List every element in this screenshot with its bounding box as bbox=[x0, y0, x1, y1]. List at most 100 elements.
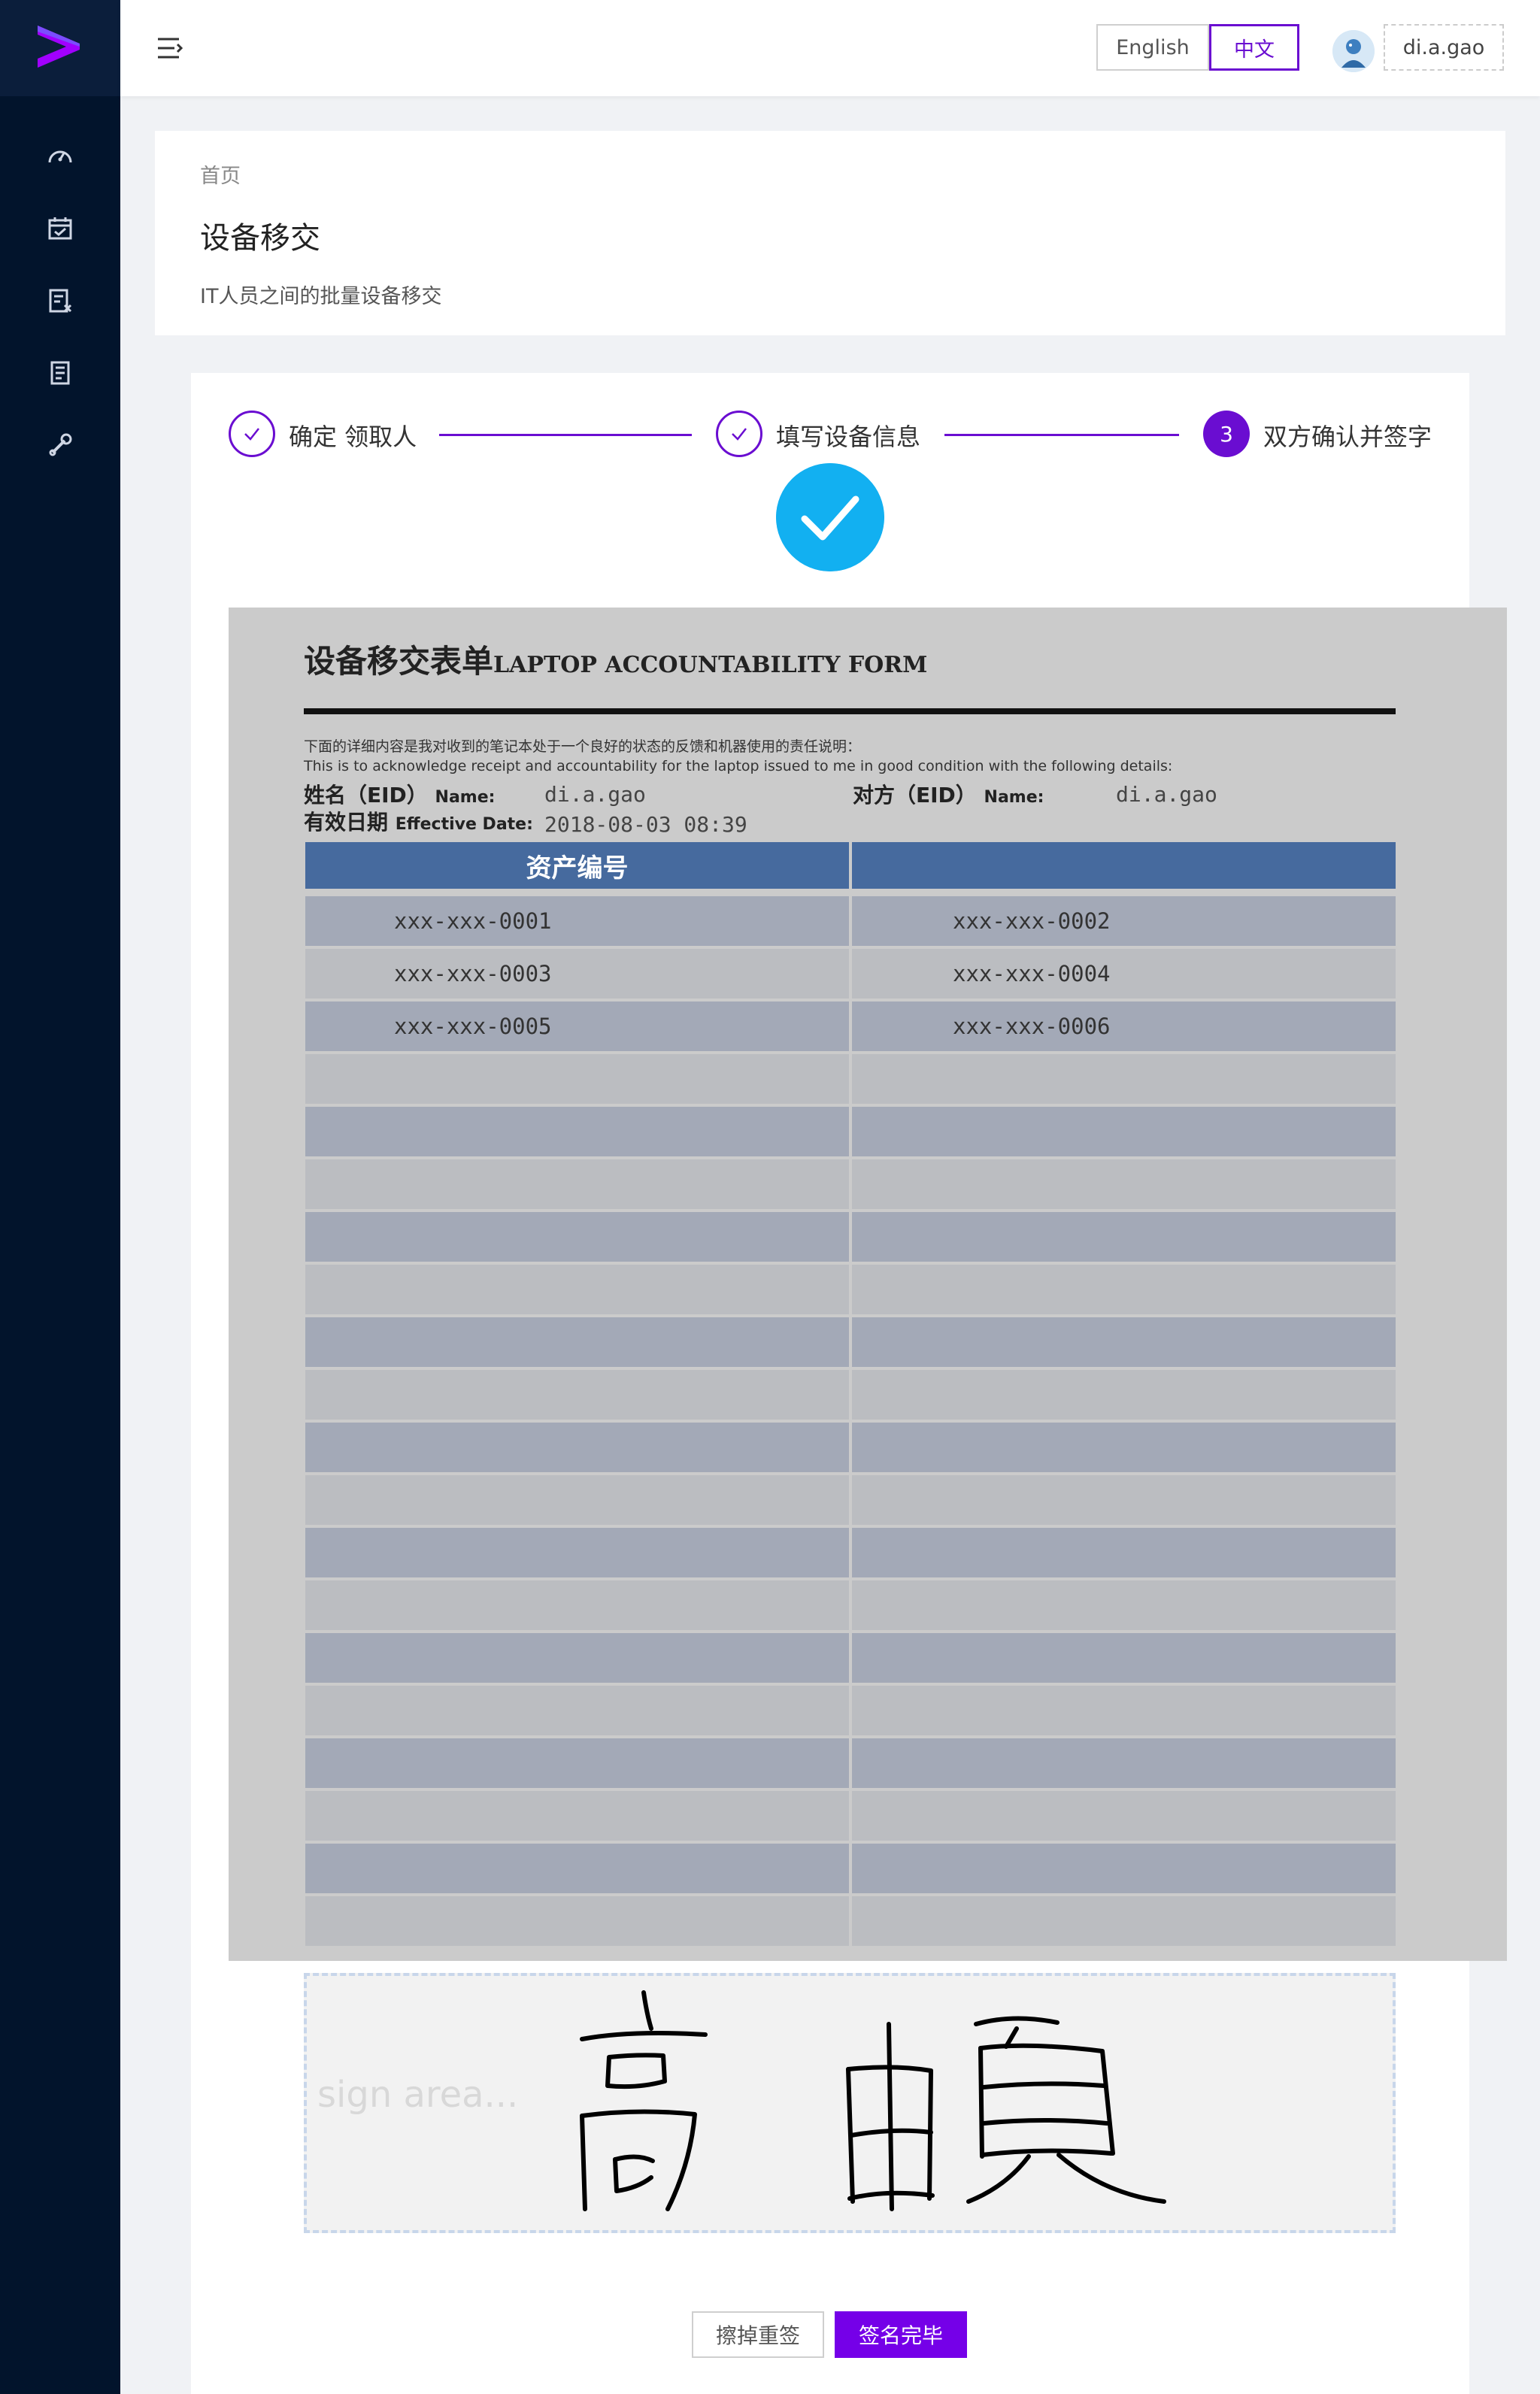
finish-signing-button[interactable]: 签名完毕 bbox=[835, 2311, 967, 2358]
table-row bbox=[305, 1895, 1396, 1947]
table-row bbox=[305, 1053, 1396, 1105]
page-header-card: 首页 设备移交 IT人员之间的批量设备移交 bbox=[155, 131, 1505, 335]
table-row bbox=[305, 1211, 1396, 1263]
date-label-cn: 有效日期 bbox=[304, 810, 389, 835]
table-cell: xxx-xxx-0001 bbox=[305, 896, 849, 946]
table-row bbox=[305, 1105, 1396, 1158]
counterpart-label-en: Name: bbox=[984, 788, 1044, 807]
name-label-en: Name: bbox=[435, 788, 496, 807]
table-cell bbox=[852, 1212, 1396, 1262]
table-cell bbox=[852, 1580, 1396, 1630]
form-note-cn: 下面的详细内容是我对收到的笔记本处于一个良好的状态的反馈和机器使用的责任说明： bbox=[304, 738, 862, 755]
table-cell bbox=[305, 1317, 849, 1367]
table-row bbox=[305, 1368, 1396, 1421]
table-cell: xxx-xxx-0006 bbox=[852, 1002, 1396, 1051]
table-cell bbox=[852, 1265, 1396, 1314]
table-header-row: 资产编号 bbox=[305, 842, 1396, 889]
table-row bbox=[305, 1579, 1396, 1632]
accenture-logo-icon bbox=[38, 26, 80, 68]
signature-canvas[interactable]: sign area... bbox=[304, 1973, 1396, 2233]
table-cell bbox=[852, 1317, 1396, 1367]
table-cell bbox=[305, 1896, 849, 1946]
name-label-cn: 姓名（EID） bbox=[304, 783, 428, 808]
table-cell bbox=[852, 1686, 1396, 1735]
step-1-circle bbox=[229, 411, 275, 457]
table-row bbox=[305, 1526, 1396, 1579]
logo-area[interactable] bbox=[0, 0, 120, 96]
table-row bbox=[305, 1421, 1396, 1474]
table-cell bbox=[852, 1370, 1396, 1420]
table-cell bbox=[305, 1475, 849, 1525]
check-icon bbox=[732, 428, 747, 441]
handwritten-signature bbox=[580, 1990, 1166, 2211]
form-title-en: LAPTOP ACCOUNTABILITY FORM bbox=[493, 652, 928, 678]
table-cell: xxx-xxx-0002 bbox=[852, 896, 1396, 946]
table-row bbox=[305, 1263, 1396, 1316]
table-cell: xxx-xxx-0003 bbox=[305, 949, 849, 999]
counterpart-value: di.a.gao bbox=[1116, 782, 1217, 807]
menu-toggle-icon[interactable] bbox=[155, 33, 185, 63]
table-header-asset-id: 资产编号 bbox=[305, 842, 849, 889]
table-cell bbox=[852, 1633, 1396, 1683]
counterpart-label-cn: 对方（EID） bbox=[853, 783, 977, 808]
table-header-right bbox=[852, 842, 1396, 889]
table-row bbox=[305, 1789, 1396, 1842]
language-english-button[interactable]: English bbox=[1096, 24, 1209, 71]
counterpart-label: 对方（EID） Name: bbox=[853, 779, 1044, 809]
avatar-image-icon bbox=[1332, 30, 1375, 72]
table-cell bbox=[305, 1159, 849, 1209]
calendar-icon[interactable] bbox=[45, 214, 75, 244]
table-cell bbox=[305, 1791, 849, 1841]
form-title-cn: 设备移交表单 bbox=[304, 643, 494, 680]
success-check-icon bbox=[776, 463, 884, 571]
table-cell bbox=[852, 1528, 1396, 1577]
dashboard-icon[interactable] bbox=[45, 141, 75, 171]
table-row bbox=[305, 1842, 1396, 1895]
step-connector bbox=[944, 434, 1179, 436]
table-cell bbox=[852, 1159, 1396, 1209]
name-value: di.a.gao bbox=[544, 782, 646, 807]
step-1-label: 确定 领取人 bbox=[289, 423, 417, 451]
handover-form-preview: 设备移交表单LAPTOP ACCOUNTABILITY FORM 下面的详细内容… bbox=[229, 608, 1507, 1961]
table-cell bbox=[305, 1528, 849, 1577]
table-cell bbox=[305, 1580, 849, 1630]
table-row bbox=[305, 1474, 1396, 1526]
avatar[interactable] bbox=[1332, 30, 1375, 72]
document-icon[interactable] bbox=[45, 358, 75, 388]
table-cell bbox=[852, 1423, 1396, 1472]
table-cell bbox=[305, 1633, 849, 1683]
user-name-dropdown[interactable]: di.a.gao bbox=[1384, 24, 1504, 71]
clear-signature-button[interactable]: 擦掉重签 bbox=[692, 2311, 824, 2358]
wrench-icon[interactable] bbox=[45, 430, 75, 460]
checklist-icon[interactable] bbox=[45, 286, 75, 316]
table-cell bbox=[305, 1738, 849, 1788]
form-title: 设备移交表单LAPTOP ACCOUNTABILITY FORM bbox=[304, 636, 927, 682]
breadcrumb[interactable]: 首页 bbox=[200, 159, 241, 189]
step-3-circle: 3 bbox=[1203, 411, 1250, 457]
table-cell bbox=[852, 1896, 1396, 1946]
form-note-en: This is to acknowledge receipt and accou… bbox=[304, 758, 1173, 774]
table-cell bbox=[305, 1107, 849, 1156]
date-value: 2018-08-03 08:39 bbox=[544, 812, 747, 837]
table-cell bbox=[852, 1475, 1396, 1525]
table-row: xxx-xxx-0005 xxx-xxx-0006 bbox=[305, 1000, 1396, 1053]
table-row bbox=[305, 1737, 1396, 1789]
table-cell bbox=[852, 1844, 1396, 1893]
date-label-en: Effective Date: bbox=[395, 815, 533, 834]
asset-table: 资产编号 xxx-xxx-0001 xxx-xxx-0002 xxx-xxx-00… bbox=[305, 842, 1396, 1947]
table-cell bbox=[305, 1423, 849, 1472]
language-chinese-button[interactable]: 中文 bbox=[1209, 24, 1299, 71]
table-cell bbox=[305, 1844, 849, 1893]
table-cell bbox=[305, 1212, 849, 1262]
table-cell bbox=[852, 1054, 1396, 1104]
page-description: IT人员之间的批量设备移交 bbox=[200, 285, 442, 308]
table-row: xxx-xxx-0001 xxx-xxx-0002 bbox=[305, 895, 1396, 947]
table-cell: xxx-xxx-0005 bbox=[305, 1002, 849, 1051]
table-cell bbox=[852, 1738, 1396, 1788]
check-icon bbox=[244, 428, 259, 441]
table-row bbox=[305, 1316, 1396, 1368]
table-cell: xxx-xxx-0004 bbox=[852, 949, 1396, 999]
table-cell bbox=[305, 1054, 849, 1104]
table-row: xxx-xxx-0003 xxx-xxx-0004 bbox=[305, 947, 1396, 1000]
table-row bbox=[305, 1158, 1396, 1211]
